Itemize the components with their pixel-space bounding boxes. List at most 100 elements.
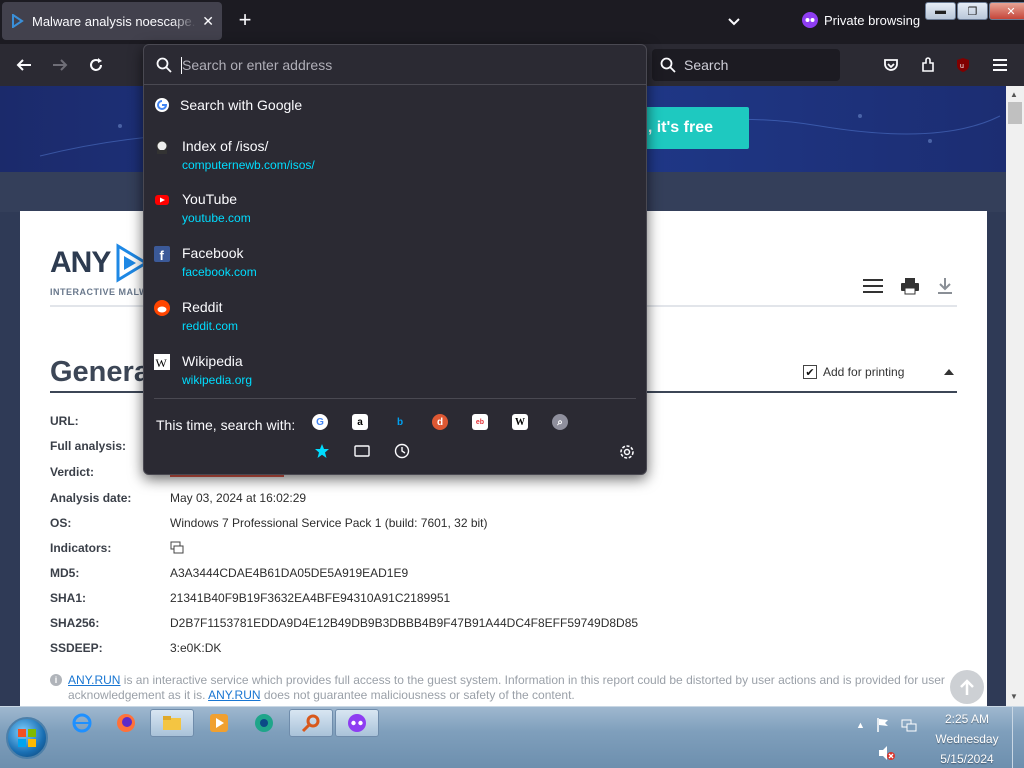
minimize-button[interactable]: ▬ xyxy=(925,2,956,20)
scroll-to-top-button[interactable] xyxy=(950,670,984,704)
info-key: Analysis date: xyxy=(50,491,132,505)
page-scrollbar[interactable]: ▲ ▼ xyxy=(1006,86,1024,706)
wikipedia-engine-icon[interactable]: W xyxy=(512,414,528,430)
pocket-icon[interactable] xyxy=(880,54,902,76)
google-engine-icon[interactable]: G xyxy=(312,414,328,430)
search-app-taskbar-icon[interactable] xyxy=(289,709,333,737)
back-icon[interactable] xyxy=(13,54,35,76)
info-row-sha1: SHA1: 21341B40F9B19F3632EA4BFE94310A91C21… xyxy=(50,590,450,606)
close-window-button[interactable]: ✕ xyxy=(989,2,1024,20)
suggestion-url: youtube.com xyxy=(182,211,251,225)
volume-muted-icon[interactable] xyxy=(878,745,896,761)
text-caret xyxy=(181,57,182,74)
suggestion-url: reddit.com xyxy=(182,319,239,333)
suggestion-url: computernewb.com/isos/ xyxy=(182,158,315,172)
ebay-engine-icon[interactable]: eb xyxy=(472,414,488,430)
info-value: 3:e0K:DK xyxy=(170,641,222,655)
taskbar-clock[interactable]: 2:25 AM Wednesday 5/15/2024 xyxy=(930,709,1004,768)
add-for-printing-label: Add for printing xyxy=(823,365,905,379)
indicators-icon[interactable] xyxy=(170,541,184,555)
app-menu-icon[interactable] xyxy=(989,54,1011,76)
show-hidden-icons-icon[interactable]: ▲ xyxy=(856,720,865,730)
print-icon[interactable] xyxy=(900,277,920,295)
scrollbar-thumb[interactable] xyxy=(1008,102,1022,124)
edge-taskbar-icon[interactable] xyxy=(242,709,286,737)
extensions-icon[interactable] xyxy=(917,54,939,76)
suggestion-item[interactable]: f Facebook facebook.com xyxy=(154,244,636,292)
list-all-tabs-icon[interactable] xyxy=(724,12,744,32)
suggestion-url: facebook.com xyxy=(182,265,257,279)
clock-day: Wednesday xyxy=(935,732,999,746)
windows-taskbar: ▲ 2:25 AM Wednesday 5/15/2024 xyxy=(0,706,1024,768)
google-icon xyxy=(155,98,169,112)
title-bar: Malware analysis noescape.com ✕ + Privat… xyxy=(0,0,1024,44)
anyrun-link[interactable]: ANY.RUN xyxy=(68,673,120,687)
anyrun-link-2[interactable]: ANY.RUN xyxy=(208,688,260,702)
duckduckgo-engine-icon[interactable]: d xyxy=(432,414,448,430)
one-off-search-engines: G a b d eb W ⌕ xyxy=(312,414,568,430)
browser-tab[interactable]: Malware analysis noescape.com ✕ xyxy=(2,2,222,40)
address-input[interactable] xyxy=(182,56,622,73)
search-with-google-row[interactable]: Search with Google xyxy=(154,97,302,113)
info-value: D2B7F1153781EDDA9D4E12B49DB9B3DBBB4B9F47… xyxy=(170,616,639,630)
ublock-origin-icon[interactable]: u xyxy=(952,54,974,76)
new-tab-button[interactable]: + xyxy=(234,9,256,32)
svg-text:f: f xyxy=(160,248,165,262)
suggestion-url: wikipedia.org xyxy=(182,373,253,387)
internet-explorer-taskbar-icon[interactable] xyxy=(60,709,104,737)
web-search-box[interactable]: Search xyxy=(652,49,840,81)
add-for-printing-checkbox[interactable]: ✔ xyxy=(803,365,817,379)
panel-divider xyxy=(154,398,636,399)
firefox-private-taskbar-icon[interactable] xyxy=(335,709,379,737)
start-button[interactable] xyxy=(6,717,48,759)
bookmarks-star-icon[interactable] xyxy=(314,443,330,459)
private-browsing-label: Private browsing xyxy=(824,12,921,28)
search-engine-icon[interactable]: ⌕ xyxy=(552,414,568,430)
windows-logo-icon xyxy=(18,729,36,747)
info-row-md5: MD5: A3A3444CDAE4B61DA05DE5A919EAD1E9 xyxy=(50,565,408,581)
amazon-engine-icon[interactable]: a xyxy=(352,414,368,430)
bing-engine-icon[interactable]: b xyxy=(392,414,408,430)
suggestion-item[interactable]: W Wikipedia wikipedia.org xyxy=(154,352,636,400)
firefox-taskbar-icon[interactable] xyxy=(104,709,148,737)
clock-date: 5/15/2024 xyxy=(940,752,994,766)
add-for-printing-toggle[interactable]: ✔ Add for printing xyxy=(803,365,955,379)
reload-icon[interactable] xyxy=(85,54,107,76)
info-row-sha256: SHA256: D2B7F1153781EDDA9D4E12B49DB9B3DBB… xyxy=(50,615,638,631)
suggestion-item[interactable]: Reddit reddit.com xyxy=(154,298,636,346)
maximize-button[interactable]: ❐ xyxy=(957,2,988,20)
suggestion-item[interactable]: YouTube youtube.com xyxy=(154,190,636,238)
info-key: MD5: xyxy=(50,566,80,580)
scroll-up-icon[interactable]: ▲ xyxy=(1010,90,1018,99)
info-row-os: OS: Windows 7 Professional Service Pack 1… xyxy=(50,515,488,531)
private-browsing-indicator: Private browsing xyxy=(802,12,920,28)
media-player-taskbar-icon[interactable] xyxy=(197,709,241,737)
suggestion-title: Reddit xyxy=(182,299,223,315)
reddit-icon xyxy=(154,300,170,316)
info-value: A3A3444CDAE4B61DA05DE5A919EAD1E9 xyxy=(170,566,409,580)
show-desktop-button[interactable] xyxy=(1012,707,1024,768)
private-mask-icon xyxy=(802,12,818,28)
suggestion-title: Wikipedia xyxy=(182,353,243,369)
address-bar[interactable] xyxy=(144,45,646,85)
network-icon[interactable] xyxy=(901,717,917,733)
youtube-icon xyxy=(155,195,169,205)
download-icon[interactable] xyxy=(936,277,954,295)
search-with-google-label: Search with Google xyxy=(180,97,303,113)
info-key: SHA256: xyxy=(50,616,100,630)
info-key: SSDEEP: xyxy=(50,641,103,655)
collapse-arrow-icon[interactable] xyxy=(944,369,955,375)
suggestion-item[interactable]: Index of /isos/computernewb.com/isos/ xyxy=(154,137,636,185)
menu-icon[interactable] xyxy=(862,277,884,295)
file-explorer-taskbar-icon[interactable] xyxy=(150,709,194,737)
facebook-icon: f xyxy=(154,246,170,262)
history-clock-icon[interactable] xyxy=(394,443,410,459)
anyrun-logo: ANY xyxy=(50,243,150,283)
scroll-down-icon[interactable]: ▼ xyxy=(1010,692,1018,701)
tab-close-icon[interactable]: ✕ xyxy=(202,13,214,30)
forward-icon[interactable] xyxy=(49,54,71,76)
search-icon xyxy=(660,57,676,73)
tabs-icon[interactable] xyxy=(354,443,370,459)
search-settings-gear-icon[interactable] xyxy=(618,443,636,461)
action-center-flag-icon[interactable] xyxy=(875,717,891,733)
